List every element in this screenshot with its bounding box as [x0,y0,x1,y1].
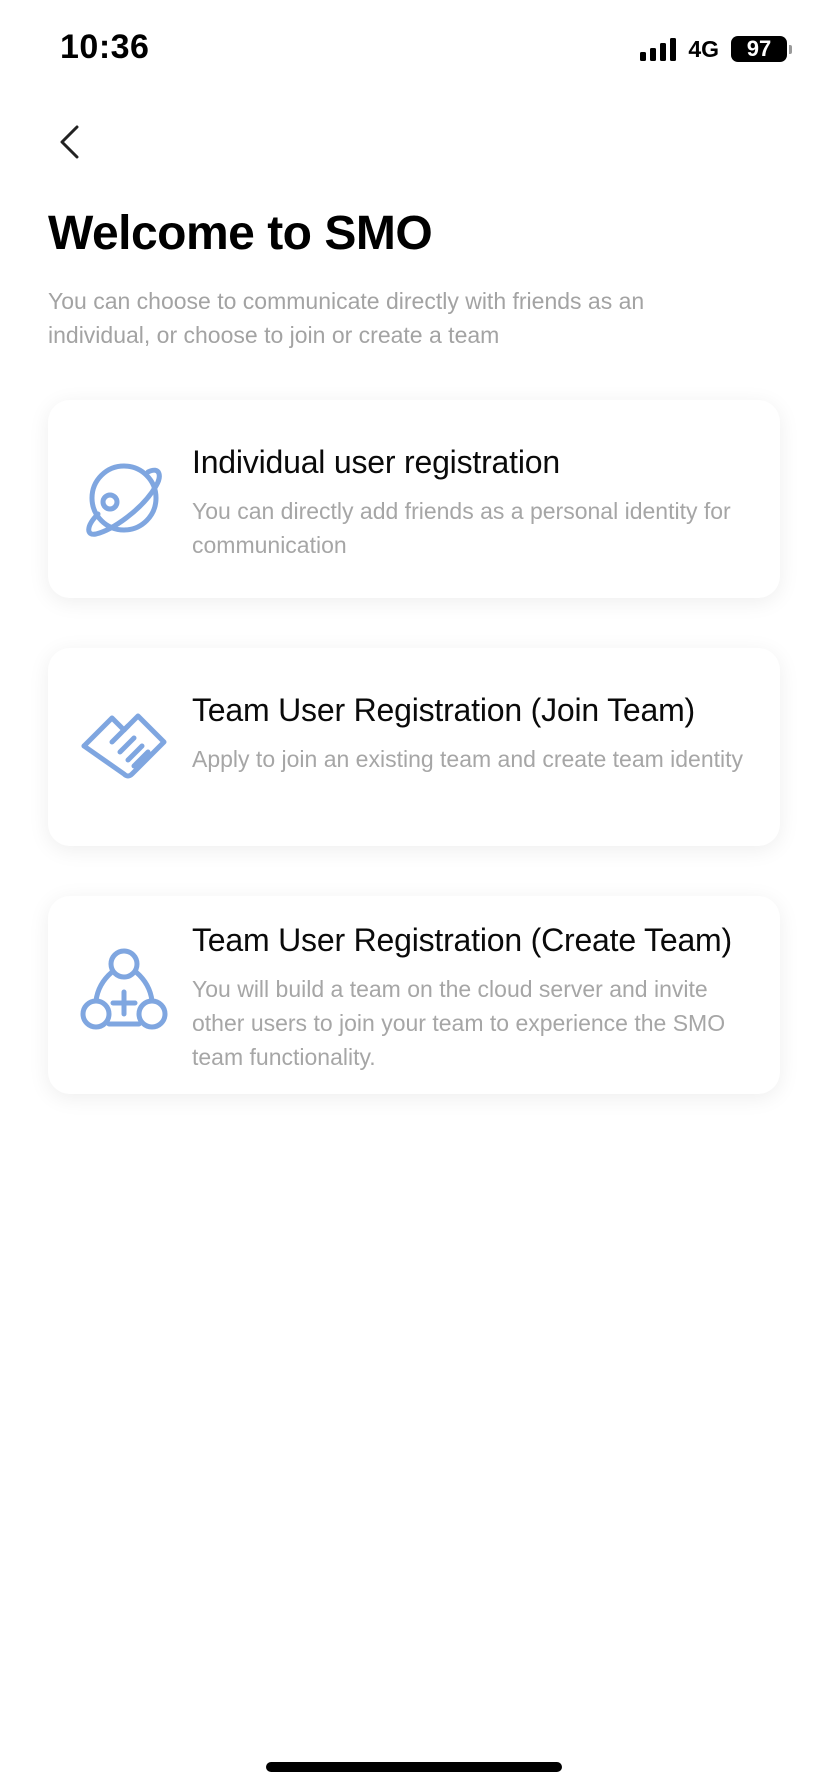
card-description: You will build a team on the cloud serve… [192,976,726,1070]
page-title: Welcome to SMO [48,207,433,260]
create-team-registration-card[interactable]: Team User Registration (Create Team) You… [48,896,780,1094]
individual-registration-card[interactable]: Individual user registration You can dir… [48,400,780,598]
signal-strength-icon [640,37,677,61]
card-title: Team User Registration (Join Team) [192,692,696,728]
status-indicators: 4G 97 [640,34,792,64]
battery-level: 97 [731,36,787,62]
team-add-icon [76,944,172,1040]
card-title: Team User Registration (Create Team) [192,922,732,958]
page-subtitle: You can choose to communicate directly w… [48,288,645,348]
status-bar: 10:36 4G 97 [0,0,828,100]
card-description: Apply to join an existing team and creat… [192,746,744,772]
network-type: 4G [688,35,719,62]
back-button[interactable] [46,112,94,172]
card-description: You can directly add friends as a person… [192,498,731,558]
handshake-icon [76,700,172,796]
join-team-registration-card[interactable]: Team User Registration (Join Team) Apply… [48,648,780,846]
home-indicator[interactable] [266,1762,562,1772]
battery-icon: 97 [731,36,792,62]
chevron-left-icon [60,125,79,159]
planet-icon [76,450,172,546]
status-time: 10:36 [60,28,150,66]
card-title: Individual user registration [192,444,560,480]
